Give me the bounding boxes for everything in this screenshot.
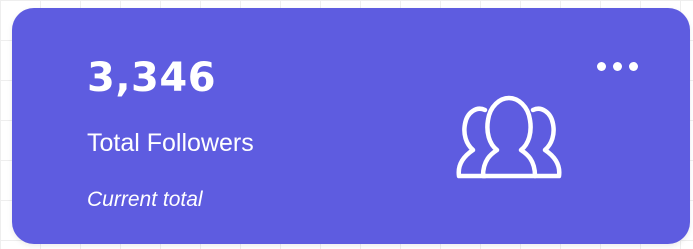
more-dot <box>613 62 622 71</box>
follower-count: 3,346 <box>87 55 217 101</box>
stat-label: Total Followers <box>87 129 254 157</box>
more-horizontal-icon <box>597 62 606 71</box>
users-group-icon <box>456 95 562 179</box>
more-options-button[interactable] <box>592 56 642 78</box>
more-dot <box>629 62 638 71</box>
stat-subtitle: Current total <box>87 188 203 211</box>
followers-stat-card: 3,346 Total Followers Current total <box>12 8 690 244</box>
